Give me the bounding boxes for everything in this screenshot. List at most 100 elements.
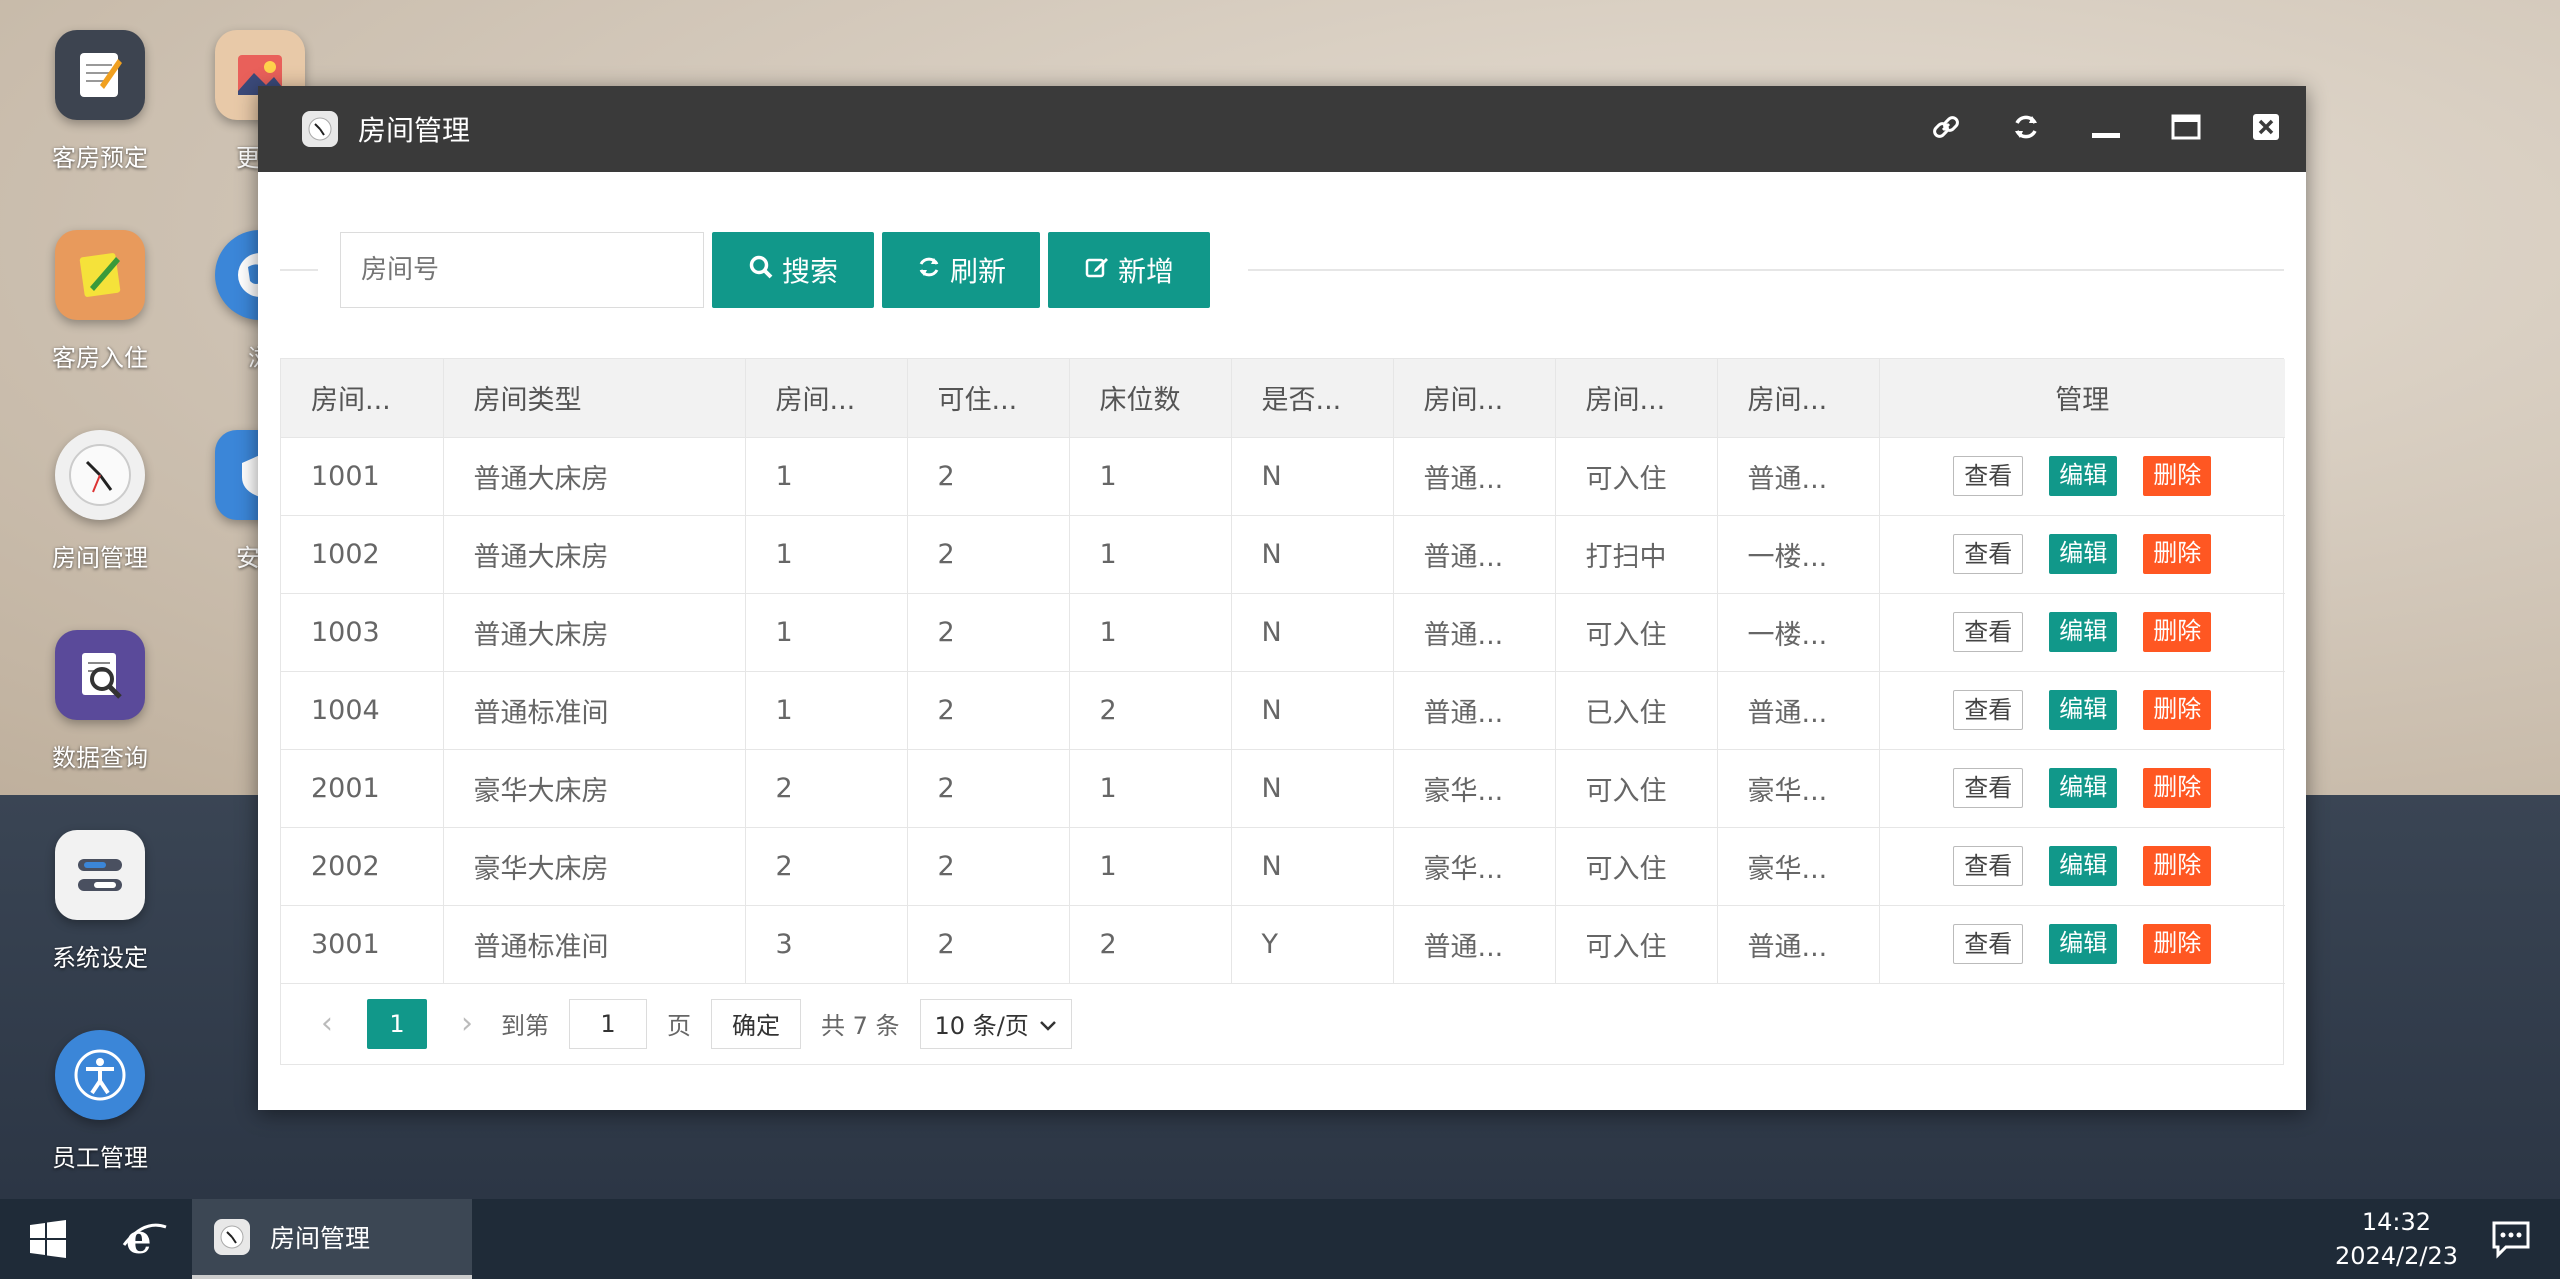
desktop-icon-checkin[interactable]: 客房入住 xyxy=(20,230,180,373)
column-header[interactable]: 床位数 xyxy=(1069,359,1232,438)
table-cell: 普通... xyxy=(1393,593,1556,672)
desktop-icon-booking[interactable]: 客房预定 xyxy=(20,30,180,173)
table-cell: 可入住 xyxy=(1555,749,1718,828)
view-button[interactable]: 查看 xyxy=(1953,612,2024,652)
desktop-icon-label: 客房入住 xyxy=(52,344,148,372)
divider xyxy=(1248,269,2284,271)
table-cell: 1001 xyxy=(281,437,444,516)
refresh-icon xyxy=(916,254,942,287)
table-cell: 1 xyxy=(745,437,908,516)
search-button-label: 搜索 xyxy=(781,255,838,288)
delete-button[interactable]: 删除 xyxy=(2143,612,2212,652)
current-page[interactable]: 1 xyxy=(367,998,427,1049)
table-cell: N xyxy=(1231,437,1394,516)
table-cell: 2 xyxy=(745,827,908,906)
edit-button[interactable]: 编辑 xyxy=(2049,924,2118,964)
toggle-settings-icon xyxy=(55,830,145,920)
table-cell: 1 xyxy=(1069,437,1232,516)
view-button[interactable]: 查看 xyxy=(1953,924,2024,964)
table-cell: N xyxy=(1231,515,1394,594)
maximize-button[interactable] xyxy=(2146,86,2226,172)
table-cell: 普通大床房 xyxy=(443,515,746,594)
refresh-window-button[interactable] xyxy=(1986,86,2066,172)
refresh-button-label: 刷新 xyxy=(949,255,1006,288)
column-header[interactable]: 房间... xyxy=(1717,359,1880,438)
ie-icon: e xyxy=(120,1216,168,1267)
goto-page-input[interactable]: 1 xyxy=(569,998,647,1049)
table-cell: 普通... xyxy=(1393,671,1556,750)
column-header[interactable]: 房间... xyxy=(745,359,908,438)
prev-page-button[interactable]: ‹ xyxy=(307,1006,347,1041)
table-cell: 2 xyxy=(907,827,1070,906)
notepad-icon xyxy=(55,30,145,120)
column-header[interactable]: 房间... xyxy=(1393,359,1556,438)
desktop-icon-room-mgmt[interactable]: 房间管理 xyxy=(20,430,180,573)
view-button[interactable]: 查看 xyxy=(1953,534,2024,574)
chat-bubble-icon xyxy=(2490,1221,2532,1263)
magnifier-document-icon xyxy=(55,630,145,720)
column-header[interactable]: 房间... xyxy=(281,359,444,438)
column-header[interactable]: 可住... xyxy=(907,359,1070,438)
minimize-button[interactable] xyxy=(2066,86,2146,172)
goto-confirm-button[interactable]: 确定 xyxy=(711,998,801,1049)
page-size-select[interactable]: 10 条/页 xyxy=(919,998,1072,1049)
edit-button[interactable]: 编辑 xyxy=(2049,534,2118,574)
link-button[interactable] xyxy=(1906,86,1986,172)
delete-button[interactable]: 删除 xyxy=(2143,846,2212,886)
delete-button[interactable]: 删除 xyxy=(2143,534,2212,574)
edit-button[interactable]: 编辑 xyxy=(2049,690,2118,730)
notifications-button[interactable] xyxy=(2490,1219,2532,1263)
view-button[interactable]: 查看 xyxy=(1953,768,2024,808)
table-cell: 1003 xyxy=(281,593,444,672)
delete-button[interactable]: 删除 xyxy=(2143,690,2212,730)
maximize-icon xyxy=(2170,111,2202,147)
view-button[interactable]: 查看 xyxy=(1953,690,2024,730)
table-cell: 2 xyxy=(907,515,1070,594)
taskbar: e 房间管理 14:32 2024/2/23 xyxy=(0,1199,2560,1279)
clock-icon xyxy=(55,430,145,520)
search-button[interactable]: 搜索 xyxy=(712,232,874,308)
column-header[interactable]: 房间... xyxy=(1555,359,1718,438)
pencil-note-icon xyxy=(55,230,145,320)
goto-label: 到第 xyxy=(501,1012,549,1040)
delete-button[interactable]: 删除 xyxy=(2143,924,2212,964)
next-page-button[interactable]: › xyxy=(447,1006,487,1041)
page-label: 页 xyxy=(667,1012,691,1040)
table-cell: 2002 xyxy=(281,827,444,906)
taskbar-task-room-mgmt[interactable]: 房间管理 xyxy=(192,1199,472,1279)
divider xyxy=(280,269,318,271)
system-clock[interactable]: 14:32 2024/2/23 xyxy=(2335,1205,2458,1273)
delete-button[interactable]: 删除 xyxy=(2143,768,2212,808)
page-size-value: 10 条/页 xyxy=(934,1012,1029,1040)
table-row: 1001 普通大床房 1 2 1 N 普通... 可入住 普通... 查看 编辑 删除 xyxy=(281,437,2285,516)
desktop-icon-query[interactable]: 数据查询 xyxy=(20,630,180,773)
edit-button[interactable]: 编辑 xyxy=(2049,846,2118,886)
clock-icon xyxy=(302,111,338,147)
add-button[interactable]: 新增 xyxy=(1048,232,1210,308)
table-cell: 1 xyxy=(745,515,908,594)
desktop-icon-settings[interactable]: 系统设定 xyxy=(20,830,180,973)
view-button[interactable]: 查看 xyxy=(1953,456,2024,496)
close-button[interactable] xyxy=(2226,86,2306,172)
table-row: 2002 豪华大床房 2 2 1 N 豪华... 可入住 豪华... 查看 编辑 删除 xyxy=(281,827,2285,906)
table-cell: 普通... xyxy=(1717,437,1880,516)
windows-start-button[interactable] xyxy=(28,1219,68,1263)
column-header[interactable]: 是否... xyxy=(1231,359,1394,438)
refresh-button[interactable]: 刷新 xyxy=(882,232,1040,308)
pagination: ‹ 1 › 到第 1 页 确定 共 7 条 10 条/页 xyxy=(281,984,2283,1064)
view-button[interactable]: 查看 xyxy=(1953,846,2024,886)
delete-button[interactable]: 删除 xyxy=(2143,456,2212,496)
column-header[interactable]: 管理 xyxy=(1879,359,2285,438)
room-number-search-input[interactable] xyxy=(340,232,704,308)
table-cell: 2 xyxy=(907,593,1070,672)
window-titlebar[interactable]: 房间管理 xyxy=(258,86,2306,172)
table-row: 2001 豪华大床房 2 2 1 N 豪华... 可入住 豪华... 查看 编辑 删除 xyxy=(281,749,2285,828)
edit-button[interactable]: 编辑 xyxy=(2049,612,2118,652)
edit-button[interactable]: 编辑 xyxy=(2049,768,2118,808)
ie-browser-button[interactable]: e xyxy=(120,1215,168,1267)
edit-button[interactable]: 编辑 xyxy=(2049,456,2118,496)
table-cell: 普通... xyxy=(1393,437,1556,516)
row-actions: 查看 编辑 删除 xyxy=(1879,827,2285,906)
column-header[interactable]: 房间类型 xyxy=(443,359,746,438)
desktop-icon-staff[interactable]: 员工管理 xyxy=(20,1030,180,1173)
